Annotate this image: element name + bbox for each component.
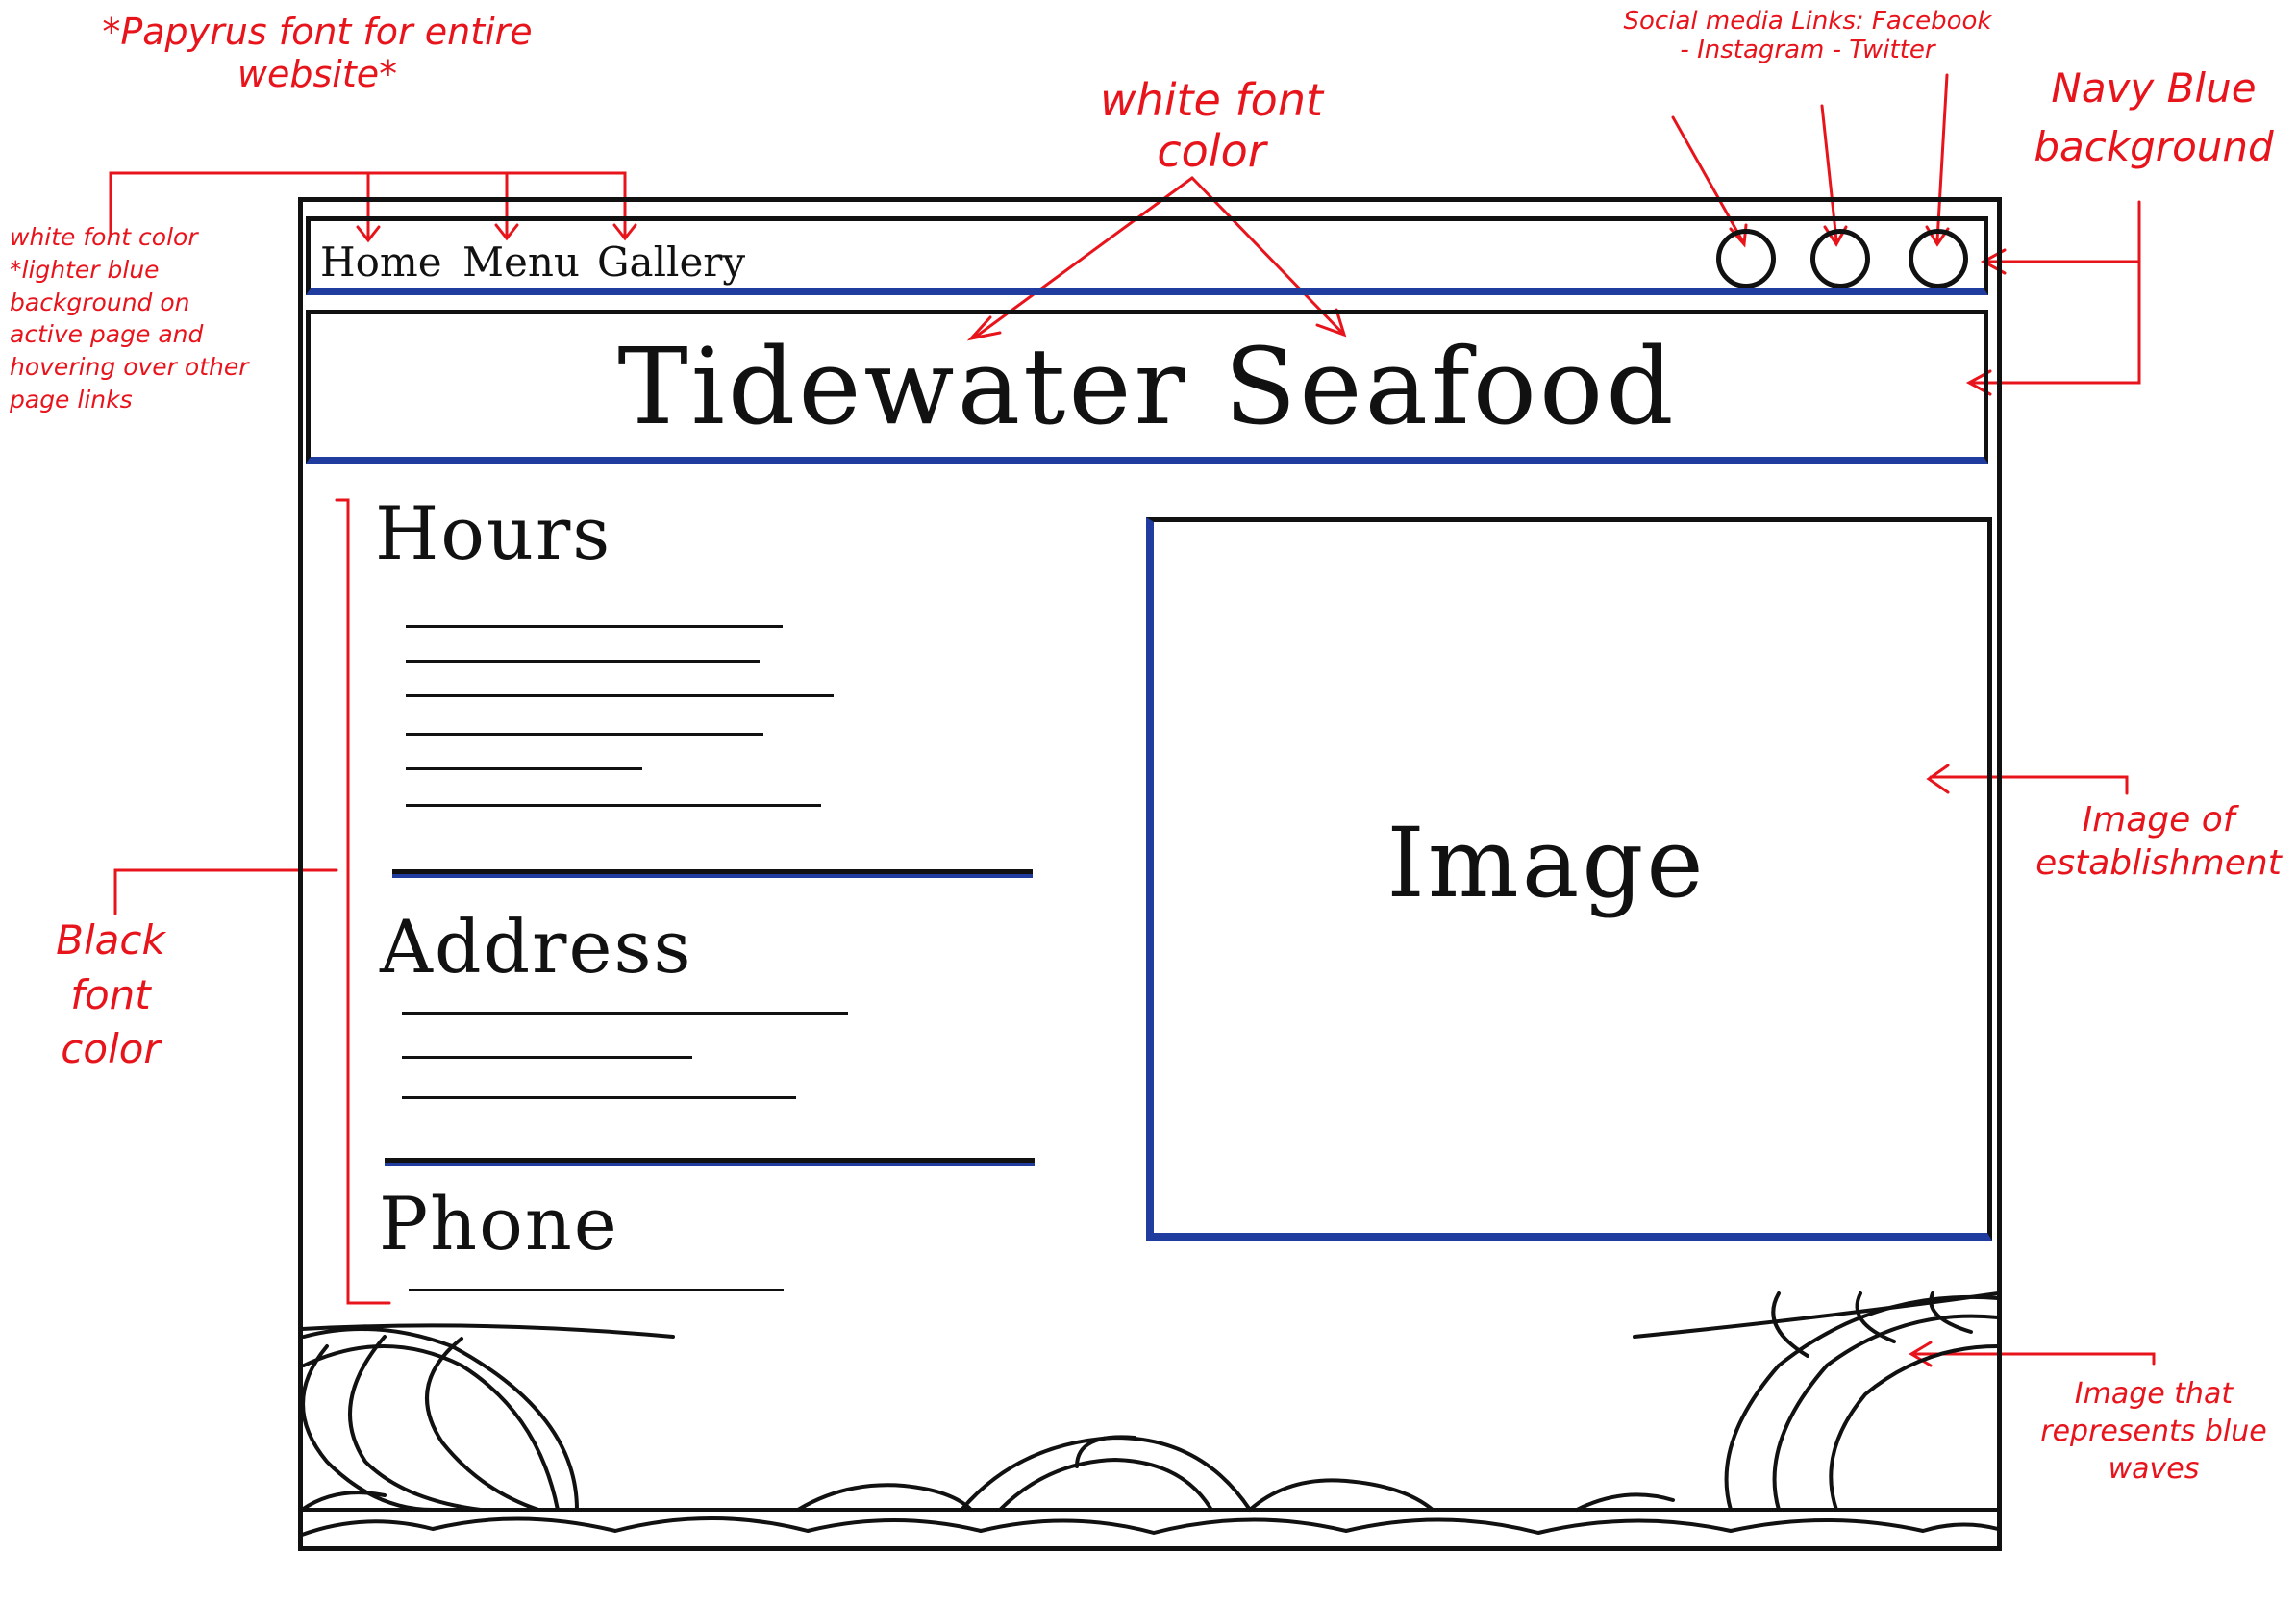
waves-image xyxy=(300,1291,2000,1537)
